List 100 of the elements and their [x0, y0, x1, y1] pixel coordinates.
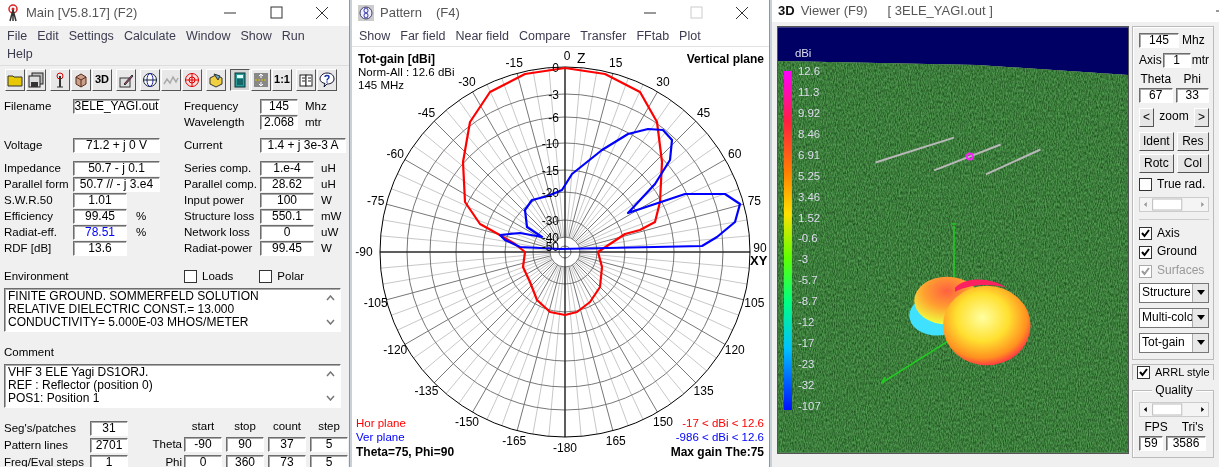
- value-field[interactable]: 0: [260, 225, 314, 241]
- zoom-in-button[interactable]: >: [1194, 107, 1209, 127]
- menu-item[interactable]: File: [2, 27, 33, 46]
- value-field[interactable]: 2701: [90, 437, 128, 453]
- field-label: Input power: [184, 194, 246, 208]
- field-label: S.W.R.50: [4, 194, 54, 208]
- antenna-element: [984, 148, 1042, 176]
- column-header: step: [317, 420, 341, 434]
- menu-item[interactable]: Help: [2, 45, 38, 64]
- text-area[interactable]: VHF 3 ELE Yagi DS1ORJ. REF : Reflector (position 0) POS1: Position 1: [4, 363, 341, 408]
- menu-item[interactable]: Show: [354, 27, 396, 46]
- checkbox[interactable]: [184, 270, 197, 284]
- menu-item[interactable]: Edit: [32, 27, 64, 46]
- checkbox-label[interactable]: Axis: [1157, 226, 1180, 241]
- angle-field[interactable]: 67: [1139, 87, 1173, 103]
- horizontal-scrollbar[interactable]: [1139, 196, 1209, 212]
- value-field[interactable]: 360: [226, 455, 264, 467]
- panel-button[interactable]: Ident: [1139, 131, 1174, 151]
- menu-item[interactable]: Settings: [63, 27, 119, 46]
- checkbox-label[interactable]: Loads: [202, 270, 234, 284]
- panel-button[interactable]: Rotc: [1139, 153, 1174, 173]
- ring-label: -30: [541, 214, 559, 229]
- checkbox[interactable]: [1139, 178, 1152, 192]
- dropdown[interactable]: Multi-colo: [1139, 308, 1209, 328]
- value-field[interactable]: 145: [260, 99, 298, 115]
- legend-label: Hor plane: [356, 417, 406, 430]
- value-field[interactable]: 13.6: [73, 241, 127, 257]
- value-field[interactable]: 550.1: [260, 209, 314, 225]
- frequency-label: 145 MHz: [358, 79, 405, 92]
- menu-item[interactable]: Transfer: [575, 27, 632, 46]
- menu-item[interactable]: Compare: [513, 27, 576, 46]
- value-field[interactable]: 1.4 + j 3e-3 A: [260, 138, 346, 154]
- stat-label: Tri's: [1181, 420, 1204, 435]
- zoom-out-button[interactable]: <: [1139, 107, 1154, 127]
- checkbox[interactable]: [1137, 366, 1150, 379]
- value-field[interactable]: 90: [226, 436, 264, 452]
- toolbar-button[interactable]: 3D: [92, 68, 112, 91]
- value-field[interactable]: 78.51: [73, 225, 127, 241]
- toolbar-button[interactable]: [230, 68, 250, 91]
- value-field[interactable]: 50.7 - j 0.1: [73, 161, 160, 177]
- value-field[interactable]: 71.2 + j 0 V: [73, 138, 160, 154]
- checkmark-icon: [1140, 246, 1151, 258]
- toolbar-button[interactable]: 1:1: [272, 68, 292, 91]
- range-label: -17 < dBi < 12.6: [682, 417, 764, 430]
- value-field[interactable]: 0: [184, 455, 222, 467]
- value-field[interactable]: 100: [260, 193, 314, 209]
- checkbox-label[interactable]: True rad.: [1157, 177, 1206, 192]
- text-area[interactable]: FINITE GROUND. SOMMERFELD SOLUTION RELATIVE DIELECTRIC CONST.= 13.000 CONDUCTIVITY= 5.000E-03 MHOS/METER: [4, 287, 341, 332]
- unit-label: Mhz: [1182, 33, 1205, 48]
- unit-label: Mhz: [305, 100, 327, 114]
- dropdown[interactable]: Structure: [1139, 283, 1209, 303]
- value-field[interactable]: 2.068: [260, 115, 298, 131]
- field-label: Frequency: [184, 100, 240, 114]
- angle-label: 15: [609, 56, 623, 71]
- scroll-down-icon[interactable]: [326, 394, 335, 401]
- value-field[interactable]: 5: [310, 436, 348, 452]
- window-title: Viewer (F9): [800, 3, 868, 19]
- value-field[interactable]: 1.e-4: [260, 161, 314, 177]
- value-field[interactable]: 99.45: [73, 209, 127, 225]
- value-field[interactable]: 5: [310, 455, 348, 467]
- horizontal-scrollbar[interactable]: [1139, 401, 1209, 417]
- value-field[interactable]: -90: [184, 436, 222, 452]
- value-field[interactable]: 28.62: [260, 177, 314, 193]
- menu-item[interactable]: Plot: [674, 27, 706, 46]
- value-field[interactable]: 1: [90, 454, 128, 467]
- dropdown[interactable]: Tot-gain: [1139, 333, 1209, 353]
- menu-item[interactable]: Window: [181, 27, 236, 46]
- value-field[interactable]: 37: [268, 436, 306, 452]
- value-field[interactable]: 31: [90, 420, 128, 436]
- menu-item[interactable]: Calculate: [118, 27, 181, 46]
- menu-item[interactable]: Far field: [395, 27, 451, 46]
- value-field[interactable]: 1.01: [73, 193, 127, 209]
- value-field[interactable]: 3ELE_YAGI.out: [73, 99, 160, 115]
- field-label: Seg's/patches: [4, 421, 77, 435]
- menu-item[interactable]: Near field: [450, 27, 514, 46]
- checkbox[interactable]: [1139, 245, 1152, 259]
- value-field[interactable]: 73: [268, 455, 306, 467]
- menu-item[interactable]: Show: [235, 27, 277, 46]
- panel-button[interactable]: Res: [1176, 131, 1209, 151]
- scroll-up-icon[interactable]: [326, 294, 335, 301]
- panel-button[interactable]: Col: [1176, 153, 1209, 173]
- scroll-down-icon[interactable]: [326, 318, 335, 325]
- frequency-field[interactable]: 145: [1139, 33, 1179, 48]
- angle-field[interactable]: 33: [1175, 87, 1209, 103]
- field-label: Structure loss: [184, 210, 256, 224]
- checkbox[interactable]: [1139, 227, 1152, 240]
- angle-label: -60: [386, 147, 404, 162]
- scroll-up-icon[interactable]: [326, 370, 335, 377]
- checkbox[interactable]: [259, 270, 273, 284]
- angle-label: 120: [724, 343, 745, 358]
- value-field[interactable]: 99.45: [260, 241, 314, 257]
- menu-item[interactable]: FFtab: [631, 27, 675, 46]
- field-label: Phi: [1182, 73, 1202, 87]
- value-field[interactable]: 50.7 // - j 3.e4: [73, 177, 160, 193]
- checkbox-label[interactable]: Polar: [277, 270, 305, 284]
- 3d-view[interactable]: dBi 12.6 11.3 9.92 8.46 6.91 5.25 3.46 1.52 -0.6 -3 -5.7 -8.7 -12 -17 -23 -32 -107: [777, 26, 1129, 454]
- axis-label: Z: [577, 50, 586, 67]
- axis-field[interactable]: 1: [1162, 53, 1191, 68]
- menu-item[interactable]: Run: [276, 27, 310, 46]
- checkbox-label[interactable]: Ground: [1157, 245, 1198, 260]
